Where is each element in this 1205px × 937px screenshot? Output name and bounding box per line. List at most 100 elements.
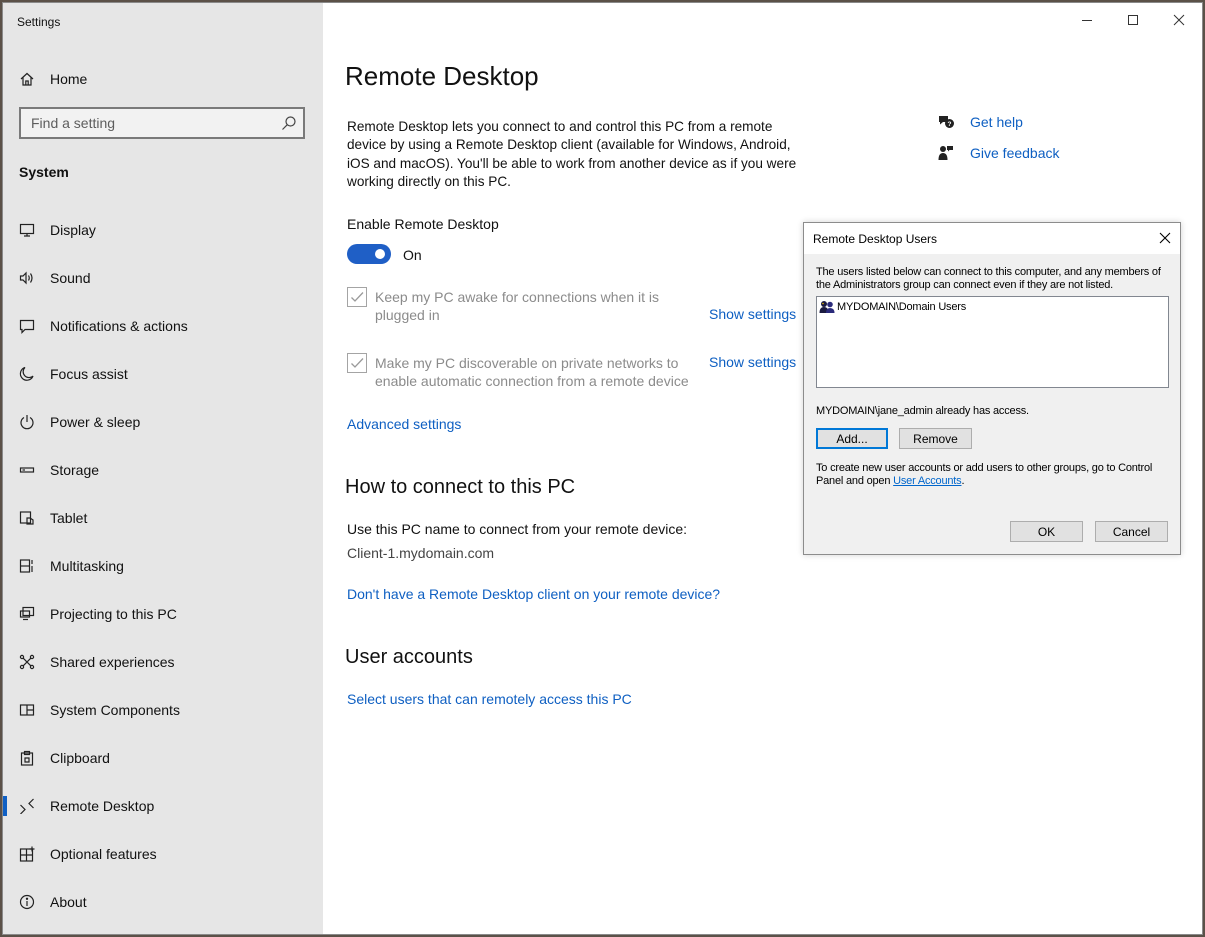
focus-assist-icon	[19, 366, 35, 382]
sidebar-item-shared-experiences[interactable]: Shared experiences	[3, 638, 323, 686]
remote-desktop-icon	[19, 798, 35, 814]
notifications-icon	[19, 318, 35, 334]
window-controls	[1064, 3, 1202, 37]
search-box	[19, 107, 305, 139]
sidebar-item-label: Optional features	[50, 846, 157, 862]
discoverable-label: Make my PC discoverable on private netwo…	[375, 355, 689, 389]
sidebar-item-power-sleep[interactable]: Power & sleep	[3, 398, 323, 446]
maximize-icon	[1128, 15, 1138, 25]
sidebar-item-projecting[interactable]: Projecting to this PC	[3, 590, 323, 638]
maximize-button[interactable]	[1110, 3, 1156, 37]
footer-text: To create new user accounts or add users…	[816, 462, 1168, 488]
keep-awake-show-settings-link[interactable]: Show settings	[709, 306, 796, 322]
enable-remote-desktop-toggle[interactable]	[347, 244, 391, 264]
sidebar-section-label: System	[19, 164, 69, 180]
remove-button[interactable]: Remove	[899, 428, 972, 449]
minimize-button[interactable]	[1064, 3, 1110, 37]
give-feedback-link[interactable]: Give feedback	[970, 145, 1060, 161]
dialog-titlebar: Remote Desktop Users	[804, 223, 1180, 254]
sidebar-item-label: System Components	[50, 702, 180, 718]
sidebar-item-remote-desktop[interactable]: Remote Desktop	[3, 782, 323, 830]
footer-text-body: To create new user accounts or add users…	[816, 462, 1153, 487]
sidebar-item-notifications[interactable]: Notifications & actions	[3, 302, 323, 350]
page-description: Remote Desktop lets you connect to and c…	[347, 119, 797, 190]
user-group-icon	[819, 301, 835, 313]
list-item[interactable]: MYDOMAIN\Domain Users	[819, 300, 966, 314]
page-title: Remote Desktop	[345, 61, 539, 91]
tablet-icon	[19, 510, 35, 526]
sidebar-item-tablet[interactable]: Tablet	[3, 494, 323, 542]
sidebar-item-label: Multitasking	[50, 558, 124, 574]
storage-icon	[19, 462, 35, 478]
sidebar-item-label: Clipboard	[50, 750, 110, 766]
sidebar-item-system-components[interactable]: System Components	[3, 686, 323, 734]
sidebar-item-focus-assist[interactable]: Focus assist	[3, 350, 323, 398]
sidebar-item-display[interactable]: Display	[3, 206, 323, 254]
search-icon[interactable]	[281, 115, 297, 131]
dialog-close-icon[interactable]	[1158, 231, 1172, 245]
clipboard-icon	[19, 750, 35, 766]
sidebar-item-label: Home	[50, 71, 88, 87]
sidebar-item-multitasking[interactable]: Multitasking	[3, 542, 323, 590]
home-icon	[19, 71, 35, 87]
optional-features-icon	[19, 846, 35, 862]
user-accounts-link[interactable]: User Accounts	[893, 475, 962, 487]
dialog-intro-text: The users listed below can connect to th…	[816, 266, 1161, 291]
help-links: ? Get help Give feedback	[937, 106, 1060, 168]
get-help-row: ? Get help	[937, 106, 1060, 137]
connect-instructions: Use this PC name to connect from your re…	[347, 521, 688, 537]
footer-text-end: .	[961, 475, 965, 487]
sidebar-item-label: Shared experiences	[50, 654, 175, 670]
discoverable-option: Make my PC discoverable on private netwo…	[347, 353, 705, 390]
sidebar-item-label: Power & sleep	[50, 414, 141, 430]
svg-text:?: ?	[948, 121, 952, 128]
sidebar-nav-list: Display Sound Notifications & actions Fo…	[3, 206, 323, 926]
select-users-link[interactable]: Select users that can remotely access th…	[347, 691, 632, 707]
sidebar-item-label: Storage	[50, 462, 100, 478]
sidebar-item-home[interactable]: Home	[3, 60, 323, 98]
advanced-settings-link[interactable]: Advanced settings	[347, 416, 461, 432]
close-button[interactable]	[1156, 3, 1202, 37]
minimize-icon	[1082, 20, 1092, 21]
give-feedback-icon	[938, 145, 953, 160]
sidebar-item-label: Tablet	[50, 510, 88, 526]
sidebar-item-label: Display	[50, 222, 96, 238]
multitasking-icon	[19, 558, 35, 574]
connect-heading: How to connect to this PC	[345, 476, 576, 498]
give-feedback-row: Give feedback	[937, 137, 1060, 168]
toggle-state-label: On	[403, 247, 422, 263]
sidebar-item-label: Sound	[50, 270, 91, 286]
projecting-icon	[19, 606, 35, 622]
display-icon	[19, 222, 35, 238]
sidebar-item-label: Notifications & actions	[50, 318, 188, 334]
sidebar-item-optional-features[interactable]: Optional features	[3, 830, 323, 878]
sidebar-item-storage[interactable]: Storage	[3, 446, 323, 494]
add-button[interactable]: Add...	[816, 428, 888, 449]
sidebar-item-about[interactable]: About	[3, 878, 323, 926]
enable-remote-desktop-label: Enable Remote Desktop	[347, 216, 499, 232]
pc-name: Client-1.mydomain.com	[347, 545, 495, 561]
sidebar-item-label: Focus assist	[50, 366, 128, 382]
users-listbox[interactable]: MYDOMAIN\Domain Users	[816, 296, 1169, 388]
sidebar-item-label: About	[50, 894, 87, 910]
close-icon	[1173, 14, 1185, 26]
ok-button[interactable]: OK	[1010, 521, 1083, 542]
access-note: MYDOMAIN\jane_admin already has access.	[816, 405, 1029, 417]
get-help-link[interactable]: Get help	[970, 114, 1023, 130]
remote-desktop-users-dialog: Remote Desktop Users The users listed be…	[803, 222, 1181, 555]
sound-icon	[19, 270, 35, 286]
checkmark-icon	[351, 292, 364, 302]
search-input[interactable]	[21, 114, 278, 132]
keep-awake-checkbox[interactable]	[347, 287, 367, 307]
cancel-button[interactable]: Cancel	[1095, 521, 1168, 542]
user-accounts-heading: User accounts	[345, 646, 473, 668]
sidebar-item-clipboard[interactable]: Clipboard	[3, 734, 323, 782]
get-client-link[interactable]: Don't have a Remote Desktop client on yo…	[347, 586, 720, 602]
discoverable-show-settings-link[interactable]: Show settings	[709, 354, 796, 370]
about-icon	[19, 894, 35, 910]
discoverable-checkbox[interactable]	[347, 353, 367, 373]
app-title: Settings	[17, 15, 61, 29]
toggle-knob	[375, 249, 385, 259]
sidebar-item-label: Projecting to this PC	[50, 606, 177, 622]
sidebar-item-sound[interactable]: Sound	[3, 254, 323, 302]
